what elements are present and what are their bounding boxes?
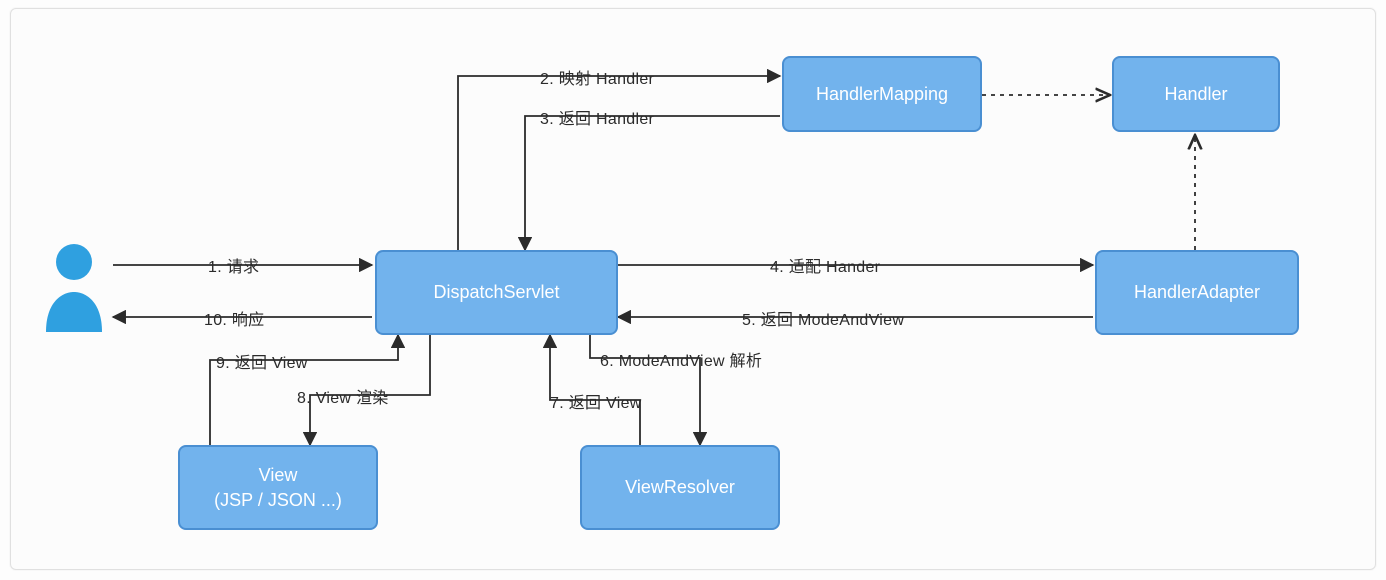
label-6: 6. ModeAndView 解析 bbox=[600, 347, 762, 371]
node-view: View (JSP / JSON ...) bbox=[178, 445, 378, 530]
node-handler-mapping: HandlerMapping bbox=[782, 56, 982, 132]
node-label: HandlerAdapter bbox=[1134, 280, 1260, 304]
label-9: 9. 返回 View bbox=[216, 349, 308, 373]
label-7: 7. 返回 View bbox=[550, 389, 642, 413]
node-view-resolver: ViewResolver bbox=[580, 445, 780, 530]
node-handler-adapter: HandlerAdapter bbox=[1095, 250, 1299, 335]
label-1: 1. 请求 bbox=[208, 253, 259, 277]
node-label: Handler bbox=[1164, 82, 1227, 106]
user-icon bbox=[38, 236, 110, 336]
label-4: 4. 适配 Hander bbox=[770, 253, 880, 277]
node-handler: Handler bbox=[1112, 56, 1280, 132]
node-label-line1: View bbox=[259, 463, 298, 487]
node-label: ViewResolver bbox=[625, 475, 735, 499]
node-label: HandlerMapping bbox=[816, 82, 948, 106]
diagram-canvas: DispatchServlet HandlerMapping Handler H… bbox=[0, 0, 1386, 580]
label-5: 5. 返回 ModeAndView bbox=[742, 306, 904, 330]
node-dispatch-servlet: DispatchServlet bbox=[375, 250, 618, 335]
label-10: 10. 响应 bbox=[204, 306, 265, 330]
label-2: 2. 映射 Handler bbox=[540, 65, 654, 89]
node-label: DispatchServlet bbox=[433, 280, 559, 304]
node-label-line2: (JSP / JSON ...) bbox=[214, 488, 342, 512]
label-8: 8. View 渲染 bbox=[297, 384, 389, 408]
label-3: 3. 返回 Handler bbox=[540, 105, 654, 129]
